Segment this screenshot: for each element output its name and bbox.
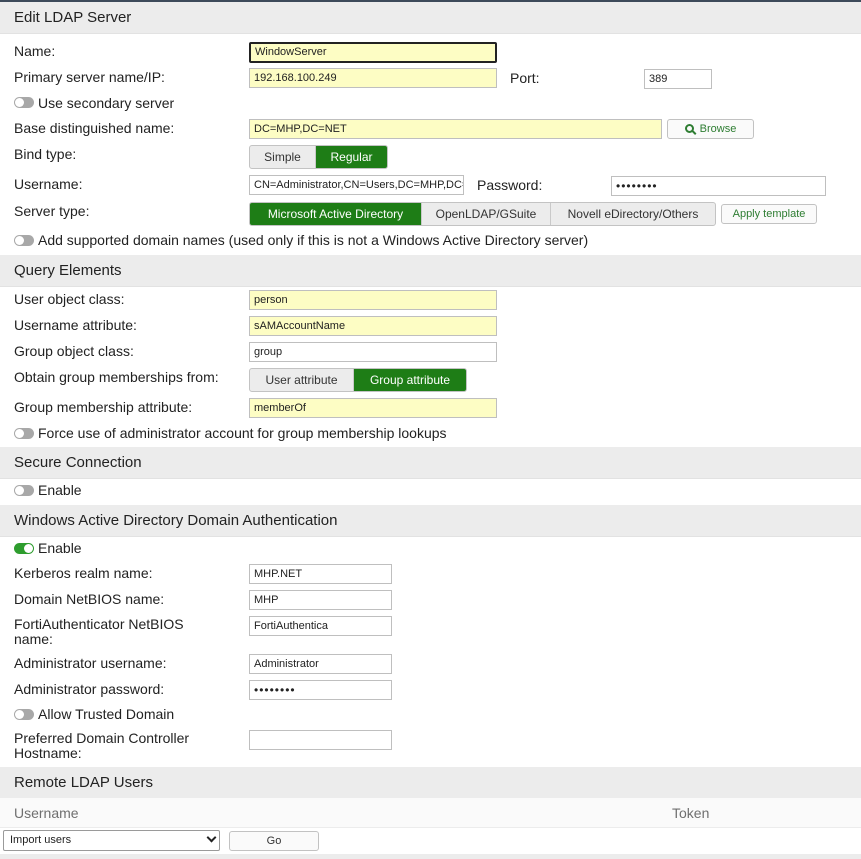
obtain-group-attribute-option[interactable]: Group attribute — [354, 369, 466, 391]
admin-password-label: Administrator password: — [14, 681, 165, 697]
windows-enable-toggle[interactable] — [14, 543, 34, 554]
admin-username-input[interactable]: Administrator — [249, 654, 392, 674]
bind-type-label: Bind type: — [14, 146, 77, 162]
admin-username-label: Administrator username: — [14, 655, 167, 671]
name-label: Name: — [14, 43, 56, 59]
fa-netbios-label: FortiAuthenticator NetBIOS name: — [14, 616, 184, 647]
fa-netbios-input[interactable]: FortiAuthentica — [249, 616, 392, 636]
chevron-down-icon — [206, 832, 217, 843]
obtain-user-attribute-option[interactable]: User attribute — [250, 369, 354, 391]
obtain-memberships-selector: User attribute Group attribute — [249, 368, 467, 392]
user-object-class-input[interactable]: person — [249, 290, 497, 310]
bind-type-selector: Simple Regular — [249, 145, 388, 169]
column-token[interactable]: Token — [672, 805, 709, 821]
server-type-openldap-option[interactable]: OpenLDAP/GSuite — [422, 203, 551, 225]
username-input[interactable]: CN=Administrator,CN=Users,DC=MHP,DC=NET — [249, 175, 464, 195]
browse-button[interactable]: Browse — [667, 119, 754, 139]
admin-password-input[interactable]: •••••••• — [249, 680, 392, 700]
server-type-novell-option[interactable]: Novell eDirectory/Others — [551, 203, 715, 225]
bind-simple-option[interactable]: Simple — [250, 146, 316, 168]
domain-netbios-label: Domain NetBIOS name: — [14, 591, 165, 607]
secondary-server-label: Use secondary server — [38, 95, 175, 111]
windows-enable-label: Enable — [38, 540, 82, 556]
base-dn-input[interactable]: DC=MHP,DC=NET — [249, 119, 662, 139]
force-admin-toggle[interactable] — [14, 428, 34, 439]
primary-server-label: Primary server name/IP: — [14, 69, 165, 85]
bottom-bar — [0, 854, 861, 859]
username-attribute-label: Username attribute: — [14, 317, 137, 333]
password-input[interactable]: •••••••• — [611, 176, 826, 196]
obtain-memberships-label: Obtain group memberships from: — [14, 369, 219, 385]
base-dn-label: Base distinguished name: — [14, 120, 175, 136]
action-select[interactable]: Import users — [3, 830, 220, 851]
section-header-remote: Remote LDAP Users — [0, 767, 861, 799]
action-select-value: Import users — [10, 834, 72, 846]
search-icon — [684, 124, 694, 133]
domain-names-label: Add supported domain names (used only if… — [38, 232, 589, 248]
browse-label: Browse — [699, 123, 737, 135]
domain-netbios-input[interactable]: MHP — [249, 590, 392, 610]
section-header-edit-ldap: Edit LDAP Server — [0, 2, 861, 34]
secure-enable-label: Enable — [38, 482, 82, 498]
secondary-server-toggle[interactable] — [14, 97, 34, 108]
apply-template-button[interactable]: Apply template — [721, 204, 817, 224]
trusted-domain-toggle[interactable] — [14, 709, 34, 720]
preferred-dc-input[interactable] — [249, 730, 392, 750]
server-type-ad-option[interactable]: Microsoft Active Directory — [250, 203, 422, 225]
section-header-query: Query Elements — [0, 255, 861, 287]
force-admin-label: Force use of administrator account for g… — [38, 425, 447, 441]
bind-regular-option[interactable]: Regular — [316, 146, 387, 168]
domain-names-toggle[interactable] — [14, 235, 34, 246]
kerberos-realm-input[interactable]: MHP.NET — [249, 564, 392, 584]
group-object-class-input[interactable]: group — [249, 342, 497, 362]
server-type-label: Server type: — [14, 203, 90, 219]
password-label: Password: — [477, 177, 543, 193]
port-label: Port: — [510, 70, 540, 86]
server-type-selector: Microsoft Active Directory OpenLDAP/GSui… — [249, 202, 716, 226]
remote-users-table-header: Username Token — [0, 798, 861, 828]
group-object-class-label: Group object class: — [14, 343, 134, 359]
port-input[interactable]: 389 — [644, 69, 712, 89]
username-attribute-input[interactable]: sAMAccountName — [249, 316, 497, 336]
group-membership-attribute-input[interactable]: memberOf — [249, 398, 497, 418]
primary-server-input[interactable]: 192.168.100.249 — [249, 68, 497, 88]
name-input[interactable]: WindowServer — [249, 42, 497, 63]
preferred-dc-label: Preferred Domain Controller Hostname: — [14, 730, 190, 761]
go-button[interactable]: Go — [229, 831, 319, 851]
secure-enable-toggle[interactable] — [14, 485, 34, 496]
section-header-secure: Secure Connection — [0, 447, 861, 479]
user-object-class-label: User object class: — [14, 291, 125, 307]
username-label: Username: — [14, 176, 83, 192]
column-username[interactable]: Username — [14, 805, 79, 821]
trusted-domain-label: Allow Trusted Domain — [38, 706, 175, 722]
section-header-windows-ad: Windows Active Directory Domain Authenti… — [0, 505, 861, 537]
group-membership-attribute-label: Group membership attribute: — [14, 399, 193, 415]
kerberos-realm-label: Kerberos realm name: — [14, 565, 153, 581]
